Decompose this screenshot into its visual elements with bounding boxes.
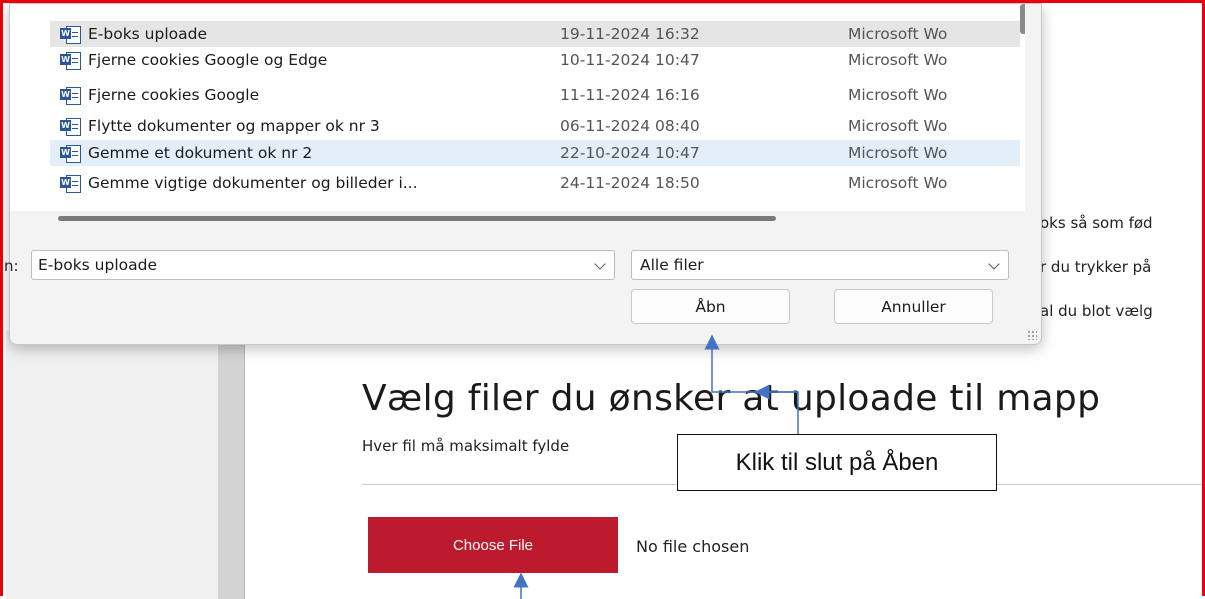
highlight-frame: [0, 0, 1205, 596]
